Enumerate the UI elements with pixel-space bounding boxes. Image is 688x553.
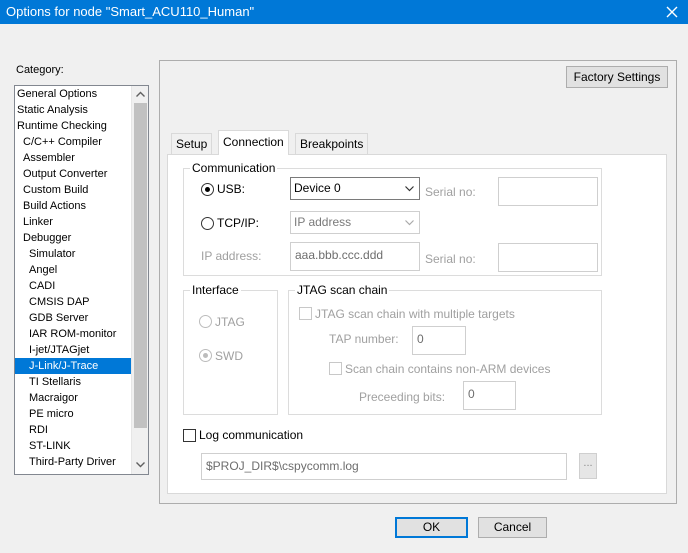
category-item[interactable]: I-jet/JTAGjet bbox=[15, 342, 133, 358]
category-item[interactable]: PE micro bbox=[15, 406, 133, 422]
category-item[interactable]: C/C++ Compiler bbox=[15, 134, 133, 150]
close-icon bbox=[666, 6, 678, 18]
title-bar: Options for node "Smart_ACU110_Human" bbox=[0, 0, 688, 24]
factory-settings-button[interactable]: Factory Settings bbox=[566, 66, 668, 88]
preceding-bits-field[interactable]: 0 bbox=[463, 381, 516, 410]
close-button[interactable] bbox=[656, 0, 688, 24]
swd-label: SWD bbox=[215, 349, 243, 363]
category-item[interactable]: ST-LINK bbox=[15, 438, 133, 454]
serial-no2-field[interactable] bbox=[498, 243, 598, 272]
log-communication-checkbox[interactable] bbox=[183, 429, 196, 442]
category-item[interactable]: Custom Build bbox=[15, 182, 133, 198]
chevron-down-icon bbox=[405, 220, 414, 226]
category-item[interactable]: Macraigor bbox=[15, 390, 133, 406]
ok-button[interactable]: OK bbox=[395, 517, 468, 538]
category-item[interactable]: Assembler bbox=[15, 150, 133, 166]
tcpip-radio[interactable] bbox=[201, 217, 214, 230]
category-item[interactable]: Third-Party Driver bbox=[15, 454, 133, 470]
tab-breakpoints[interactable]: Breakpoints bbox=[295, 133, 369, 154]
category-item[interactable]: Static Analysis bbox=[15, 102, 133, 118]
category-label: Category: bbox=[16, 64, 64, 76]
category-item[interactable]: IAR ROM-monitor bbox=[15, 326, 133, 342]
serial-no-field[interactable] bbox=[498, 177, 598, 206]
usb-label: USB: bbox=[217, 182, 246, 196]
category-list[interactable]: General Options Static Analysis Runtime Ch… bbox=[14, 85, 149, 475]
non-arm-label: Scan chain contains non-ARM devices bbox=[345, 362, 551, 376]
serial-no2-label: Serial no: bbox=[425, 252, 476, 266]
category-item[interactable]: CADI bbox=[15, 278, 133, 294]
category-item[interactable]: Linker bbox=[15, 214, 133, 230]
category-item[interactable]: CMSIS DAP bbox=[15, 294, 133, 310]
category-item[interactable]: Simulator bbox=[15, 246, 133, 262]
tab-connection[interactable]: Connection bbox=[218, 130, 289, 155]
category-scrollbar[interactable] bbox=[131, 86, 148, 474]
preceding-bits-label: Preceeding bits: bbox=[359, 390, 446, 404]
tap-number-field[interactable]: 0 bbox=[412, 326, 466, 355]
category-item[interactable]: Angel bbox=[15, 262, 133, 278]
usb-device-value: Device 0 bbox=[294, 181, 341, 195]
multi-targets-checkbox[interactable] bbox=[299, 307, 312, 320]
interface-label: Interface bbox=[190, 283, 241, 297]
category-item[interactable]: Runtime Checking bbox=[15, 118, 133, 134]
tab-setup[interactable]: Setup bbox=[171, 133, 213, 154]
category-item[interactable]: J-Link/J-Trace bbox=[15, 358, 133, 374]
window-title: Options for node "Smart_ACU110_Human" bbox=[6, 4, 255, 19]
cancel-button[interactable]: Cancel bbox=[478, 517, 547, 538]
chevron-down-icon bbox=[136, 462, 145, 468]
jtag-scan-label: JTAG scan chain bbox=[295, 283, 390, 297]
tcpip-mode-select[interactable]: IP address bbox=[290, 211, 420, 234]
category-item[interactable]: GDB Server bbox=[15, 310, 133, 326]
tap-number-label: TAP number: bbox=[329, 332, 399, 346]
usb-device-select[interactable]: Device 0 bbox=[290, 177, 420, 200]
tcpip-label: TCP/IP: bbox=[217, 216, 260, 230]
category-item[interactable]: TI Stellaris bbox=[15, 374, 133, 390]
category-items: General Options Static Analysis Runtime Ch… bbox=[15, 86, 133, 470]
multi-targets-label: JTAG scan chain with multiple targets bbox=[315, 307, 515, 321]
scroll-down-button[interactable] bbox=[132, 457, 148, 474]
usb-radio[interactable] bbox=[201, 183, 214, 196]
swd-radio[interactable] bbox=[199, 349, 212, 362]
non-arm-checkbox[interactable] bbox=[329, 362, 342, 375]
tcpip-mode-value: IP address bbox=[294, 215, 352, 229]
chevron-up-icon bbox=[136, 91, 145, 97]
category-item[interactable]: Output Converter bbox=[15, 166, 133, 182]
category-item[interactable]: Build Actions bbox=[15, 198, 133, 214]
category-item[interactable]: Debugger bbox=[15, 230, 133, 246]
scroll-up-button[interactable] bbox=[132, 86, 148, 103]
category-item[interactable]: RDI bbox=[15, 422, 133, 438]
ip-address-label: IP address: bbox=[201, 249, 262, 263]
browse-button[interactable]: ... bbox=[579, 453, 597, 479]
communication-label: Communication bbox=[190, 161, 278, 175]
jtag-radio[interactable] bbox=[199, 315, 212, 328]
scroll-thumb[interactable] bbox=[134, 103, 147, 428]
jtag-label: JTAG bbox=[215, 315, 245, 329]
log-communication-label: Log communication bbox=[199, 428, 304, 442]
serial-no-label: Serial no: bbox=[425, 185, 476, 199]
ip-address-field[interactable]: aaa.bbb.ccc.ddd bbox=[290, 242, 420, 271]
category-item[interactable]: General Options bbox=[15, 86, 133, 102]
log-path-field[interactable]: $PROJ_DIR$\cspycomm.log bbox=[201, 453, 567, 480]
chevron-down-icon bbox=[405, 186, 414, 192]
